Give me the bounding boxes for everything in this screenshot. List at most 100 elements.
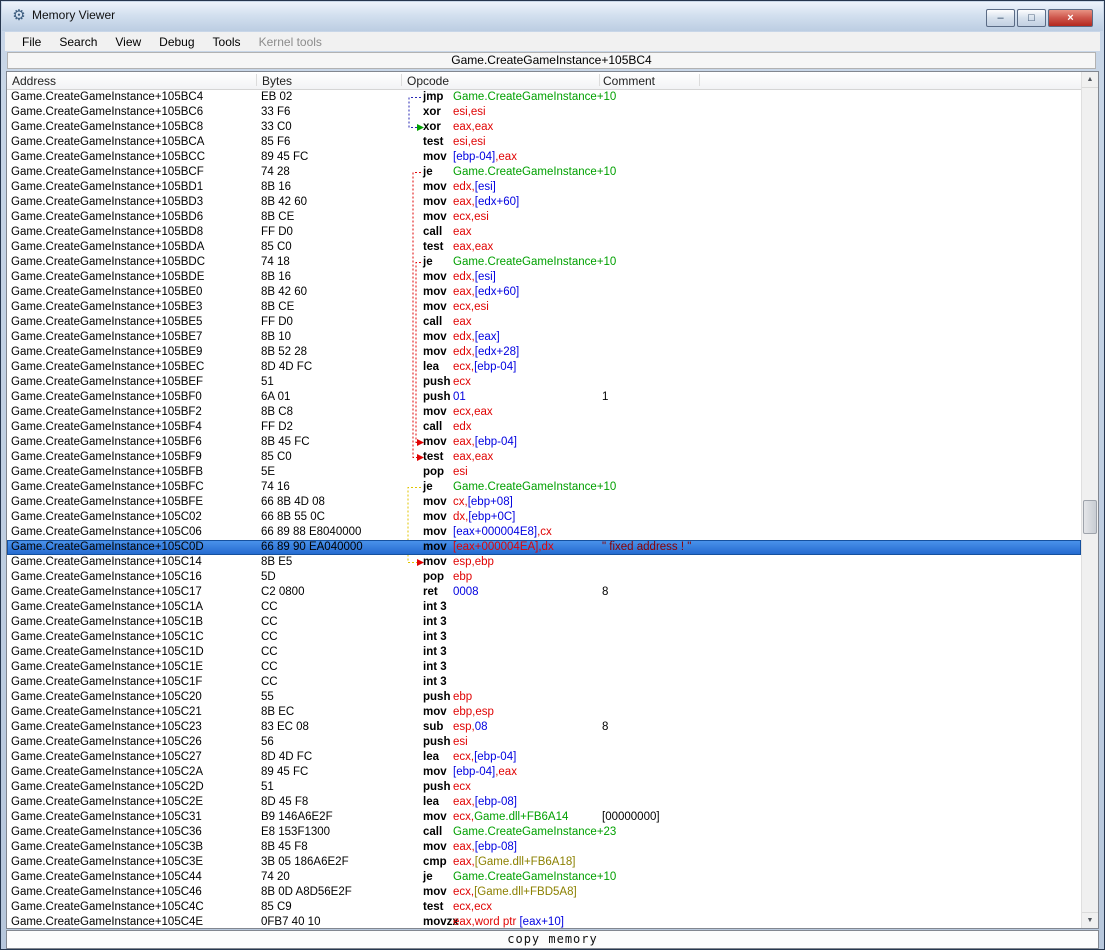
address-bar[interactable]: Game.CreateGameInstance+105BC4 [7, 52, 1096, 69]
bytes-cell: FF D2 [261, 420, 401, 435]
menu-view[interactable]: View [106, 34, 150, 50]
disasm-row[interactable]: Game.CreateGameInstance+105BFE66 8B 4D 0… [7, 495, 1081, 510]
operands-cell: dx,[ebp+0C] [453, 510, 515, 525]
operands-cell: eax,[edx+60] [453, 285, 519, 300]
disasm-row[interactable]: Game.CreateGameInstance+105C2E8D 45 F8le… [7, 795, 1081, 810]
disasm-row[interactable]: Game.CreateGameInstance+105BC4EB 02jmpGa… [7, 90, 1081, 105]
address-cell: Game.CreateGameInstance+105C2A [11, 765, 257, 780]
disasm-row[interactable]: Game.CreateGameInstance+105BD8FF D0calle… [7, 225, 1081, 240]
disasm-row[interactable]: Game.CreateGameInstance+105C1FCCint 3 [7, 675, 1081, 690]
disasm-row[interactable]: Game.CreateGameInstance+105BCC89 45 FCmo… [7, 150, 1081, 165]
scroll-down-button[interactable]: ▼ [1082, 912, 1098, 928]
operands-cell: ecx,[ebp-04] [453, 360, 516, 375]
bytes-cell: 66 89 90 EA040000 [261, 540, 401, 555]
menu-kernel-tools[interactable]: Kernel tools [250, 34, 331, 50]
disasm-row[interactable]: Game.CreateGameInstance+105BE78B 10moved… [7, 330, 1081, 345]
close-button[interactable]: × [1048, 9, 1093, 27]
disasm-row[interactable]: Game.CreateGameInstance+105C1BCCint 3 [7, 615, 1081, 630]
disasm-row[interactable]: Game.CreateGameInstance+105BD68B CEmovec… [7, 210, 1081, 225]
disasm-row[interactable]: Game.CreateGameInstance+105C1ECCint 3 [7, 660, 1081, 675]
disasm-row[interactable]: Game.CreateGameInstance+105C2656pushesi [7, 735, 1081, 750]
disasm-row[interactable]: Game.CreateGameInstance+105BDC74 18jeGam… [7, 255, 1081, 270]
disasm-row[interactable]: Game.CreateGameInstance+105BF06A 01push0… [7, 390, 1081, 405]
opcode-cell: mov [423, 810, 447, 825]
disasm-row[interactable]: Game.CreateGameInstance+105BEC8D 4D FCle… [7, 360, 1081, 375]
bytes-cell: 0FB7 40 10 [261, 915, 401, 928]
disasm-row[interactable]: Game.CreateGameInstance+105C468B 0D A8D5… [7, 885, 1081, 900]
disasm-row[interactable]: Game.CreateGameInstance+105BCF74 28jeGam… [7, 165, 1081, 180]
disasm-row[interactable]: Game.CreateGameInstance+105C1DCCint 3 [7, 645, 1081, 660]
title-bar[interactable]: ⚙ Memory Viewer – □ × [2, 2, 1103, 31]
disasm-row[interactable]: Game.CreateGameInstance+105C4474 20jeGam… [7, 870, 1081, 885]
scrollbar-thumb[interactable] [1083, 500, 1097, 534]
disasm-row[interactable]: Game.CreateGameInstance+105BEF51pushecx [7, 375, 1081, 390]
menu-file[interactable]: File [13, 34, 50, 50]
disasm-row[interactable]: Game.CreateGameInstance+105BF4FF D2calle… [7, 420, 1081, 435]
disasm-row[interactable]: Game.CreateGameInstance+105C1ACCint 3 [7, 600, 1081, 615]
disasm-row[interactable]: Game.CreateGameInstance+105C4E0FB7 40 10… [7, 915, 1081, 928]
bytes-cell: 85 C9 [261, 900, 401, 915]
address-cell: Game.CreateGameInstance+105BCA [11, 135, 257, 150]
disasm-row[interactable]: Game.CreateGameInstance+105BFC74 16jeGam… [7, 480, 1081, 495]
column-header-opcode[interactable]: Opcode [407, 74, 449, 88]
minimize-button[interactable]: – [986, 9, 1015, 27]
disasm-row-selected[interactable]: Game.CreateGameInstance+105C0D66 89 90 E… [7, 540, 1081, 555]
opcode-cell: int 3 [423, 630, 447, 645]
menu-debug[interactable]: Debug [150, 34, 203, 50]
disasm-row[interactable]: Game.CreateGameInstance+105BC833 C0xorea… [7, 120, 1081, 135]
disasm-row[interactable]: Game.CreateGameInstance+105C165Dpopebp [7, 570, 1081, 585]
disasm-row[interactable]: Game.CreateGameInstance+105BE08B 42 60mo… [7, 285, 1081, 300]
address-cell: Game.CreateGameInstance+105BF9 [11, 450, 257, 465]
disasm-row[interactable]: Game.CreateGameInstance+105BD38B 42 60mo… [7, 195, 1081, 210]
disasm-row[interactable]: Game.CreateGameInstance+105C0266 8B 55 0… [7, 510, 1081, 525]
operand-segment: ecx [453, 781, 471, 793]
disasm-row[interactable]: Game.CreateGameInstance+105C2A89 45 FCmo… [7, 765, 1081, 780]
column-header-address[interactable]: Address [12, 74, 56, 88]
operands-cell: [ebp-04],eax [453, 150, 517, 165]
disasm-row[interactable]: Game.CreateGameInstance+105C218B ECmoveb… [7, 705, 1081, 720]
operands-cell: eax [453, 315, 472, 330]
operand-segment: esi [453, 466, 468, 478]
disasm-row[interactable]: Game.CreateGameInstance+105BF28B C8movec… [7, 405, 1081, 420]
comment-cell: 8 [602, 585, 608, 600]
address-cell: Game.CreateGameInstance+105C4C [11, 900, 257, 915]
vertical-scrollbar[interactable]: ▲ ▼ [1081, 72, 1098, 928]
disasm-row[interactable]: Game.CreateGameInstance+105BE5FF D0calle… [7, 315, 1081, 330]
disasm-row[interactable]: Game.CreateGameInstance+105BD18B 16moved… [7, 180, 1081, 195]
disasm-row[interactable]: Game.CreateGameInstance+105C31B9 146A6E2… [7, 810, 1081, 825]
disasm-row[interactable]: Game.CreateGameInstance+105C4C85 C9teste… [7, 900, 1081, 915]
menu-tools[interactable]: Tools [204, 34, 250, 50]
column-header-comment[interactable]: Comment [603, 74, 655, 88]
disasm-row[interactable]: Game.CreateGameInstance+105BDA85 C0teste… [7, 240, 1081, 255]
opcode-cell: int 3 [423, 600, 447, 615]
disasm-row[interactable]: Game.CreateGameInstance+105C1CCCint 3 [7, 630, 1081, 645]
disasm-row[interactable]: Game.CreateGameInstance+105C2383 EC 08su… [7, 720, 1081, 735]
disasm-row[interactable]: Game.CreateGameInstance+105BF68B 45 FCmo… [7, 435, 1081, 450]
operands-cell: esi,esi [453, 135, 486, 150]
disasm-row[interactable]: Game.CreateGameInstance+105BCA85 F6teste… [7, 135, 1081, 150]
disasm-row[interactable]: Game.CreateGameInstance+105C2055pushebp [7, 690, 1081, 705]
header-divider [599, 74, 600, 86]
disasm-row[interactable]: Game.CreateGameInstance+105C148B E5moves… [7, 555, 1081, 570]
disasm-row[interactable]: Game.CreateGameInstance+105C3B8B 45 F8mo… [7, 840, 1081, 855]
disasm-row[interactable]: Game.CreateGameInstance+105BF985 C0teste… [7, 450, 1081, 465]
address-cell: Game.CreateGameInstance+105BE3 [11, 300, 257, 315]
operands-cell: eax,eax [453, 240, 493, 255]
disasm-row[interactable]: Game.CreateGameInstance+105BC633 F6xores… [7, 105, 1081, 120]
app-icon: ⚙ [10, 7, 28, 25]
disasm-row[interactable]: Game.CreateGameInstance+105C17C2 0800ret… [7, 585, 1081, 600]
disasm-row[interactable]: Game.CreateGameInstance+105BDE8B 16moved… [7, 270, 1081, 285]
disasm-row[interactable]: Game.CreateGameInstance+105C36E8 153F130… [7, 825, 1081, 840]
maximize-button[interactable]: □ [1017, 9, 1046, 27]
scroll-up-button[interactable]: ▲ [1082, 72, 1098, 88]
bytes-cell: CC [261, 660, 401, 675]
disasm-row[interactable]: Game.CreateGameInstance+105C2D51pushecx [7, 780, 1081, 795]
disasm-row[interactable]: Game.CreateGameInstance+105BFB5Epopesi [7, 465, 1081, 480]
disasm-row[interactable]: Game.CreateGameInstance+105C3E3B 05 186A… [7, 855, 1081, 870]
disasm-row[interactable]: Game.CreateGameInstance+105C0666 89 88 E… [7, 525, 1081, 540]
disasm-row[interactable]: Game.CreateGameInstance+105BE98B 52 28mo… [7, 345, 1081, 360]
menu-search[interactable]: Search [50, 34, 106, 50]
column-header-bytes[interactable]: Bytes [262, 74, 292, 88]
disasm-row[interactable]: Game.CreateGameInstance+105C278D 4D FCle… [7, 750, 1081, 765]
disasm-row[interactable]: Game.CreateGameInstance+105BE38B CEmovec… [7, 300, 1081, 315]
